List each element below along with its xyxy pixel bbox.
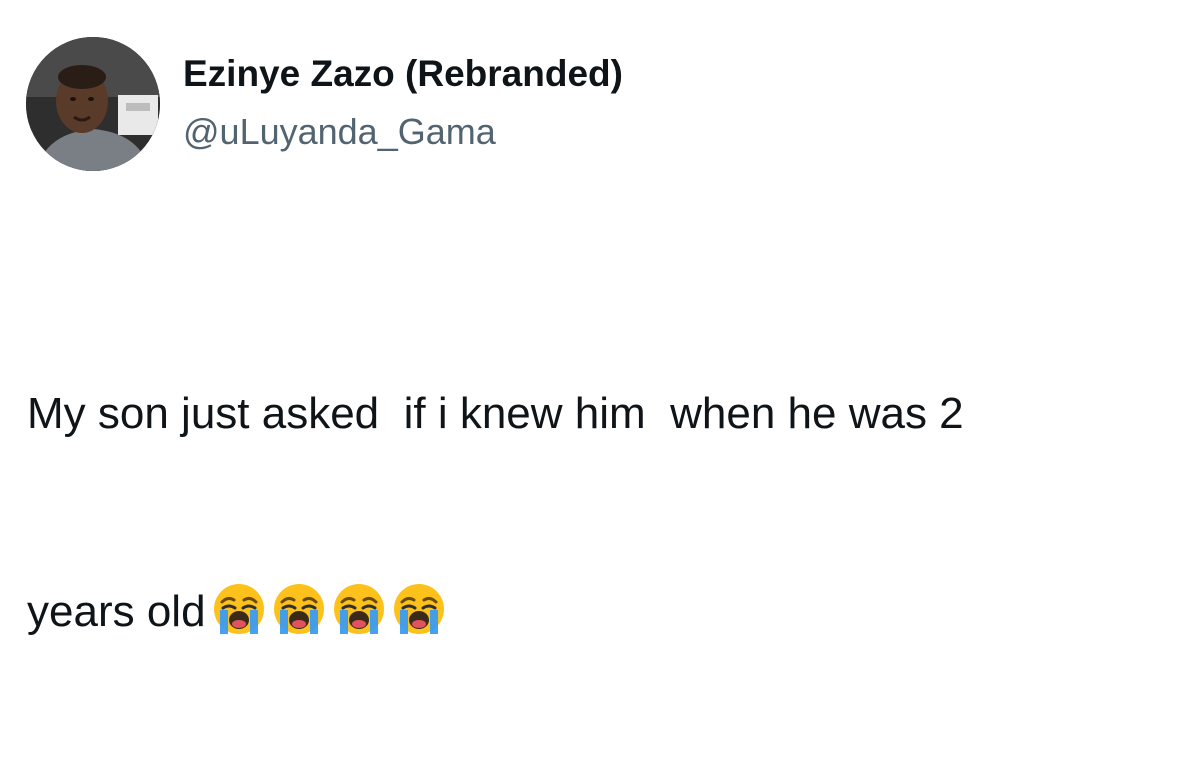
tweet-text-line-1: My son just asked if i knew him when he … <box>27 389 964 438</box>
loudly-crying-face-icon <box>332 582 386 636</box>
author-handle[interactable]: @uLuyanda_Gama <box>183 110 496 154</box>
loudly-crying-face-icon <box>212 582 266 636</box>
tweet-text: My son just asked if i knew him when he … <box>27 249 1147 777</box>
tweet-card: Ezinye Zazo (Rebranded) @uLuyanda_Gama M… <box>0 0 1179 636</box>
loudly-crying-face-icon <box>272 582 326 636</box>
tweet-text-line-2: years old <box>27 579 1147 645</box>
author-avatar[interactable] <box>26 37 160 171</box>
author-display-name[interactable]: Ezinye Zazo (Rebranded) <box>183 52 623 96</box>
loudly-crying-face-icon <box>392 582 446 636</box>
tweet-text-line-2-words: years old <box>27 587 206 636</box>
